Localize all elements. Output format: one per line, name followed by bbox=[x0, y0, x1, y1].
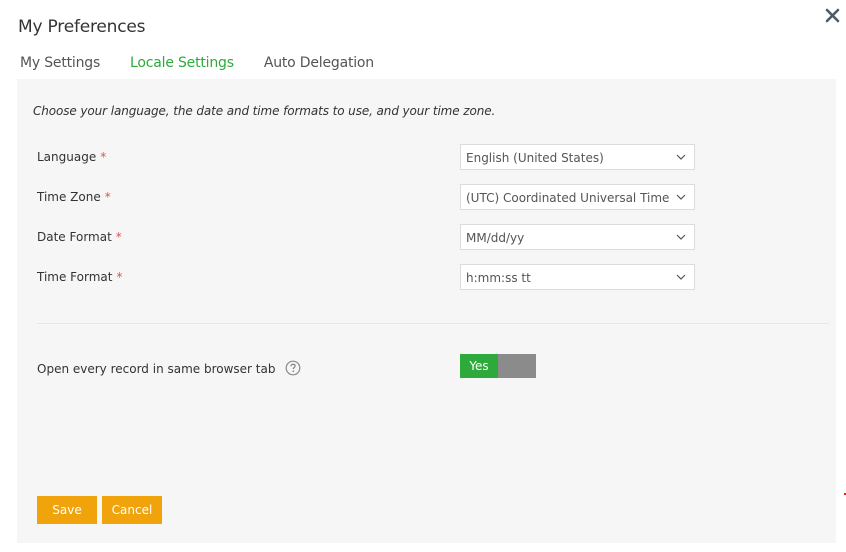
time-zone-label: Time Zone * bbox=[37, 190, 111, 204]
question-circle-icon[interactable] bbox=[285, 360, 301, 376]
toggle-yes-label: Yes bbox=[460, 354, 498, 378]
cancel-button[interactable]: Cancel bbox=[102, 496, 162, 524]
time-zone-row: Time Zone * (UTC) Coordinated Universal T… bbox=[37, 184, 717, 210]
tab-locale-settings[interactable]: Locale Settings bbox=[130, 55, 234, 71]
language-row: Language * English (United States) bbox=[37, 144, 717, 170]
tab-auto-delegation[interactable]: Auto Delegation bbox=[264, 55, 374, 71]
chevron-down-icon bbox=[676, 274, 686, 280]
time-format-row: Time Format * h:mm:ss tt bbox=[37, 264, 717, 290]
chevron-down-icon bbox=[676, 234, 686, 240]
required-marker: * bbox=[115, 230, 122, 244]
chevron-down-icon bbox=[676, 154, 686, 160]
dialog-title: My Preferences bbox=[18, 17, 146, 37]
open-same-tab-row: Open every record in same browser tab bbox=[37, 355, 717, 381]
close-icon bbox=[825, 8, 840, 23]
panel-description: Choose your language, the date and time … bbox=[33, 104, 496, 118]
chevron-down-icon bbox=[676, 194, 686, 200]
language-select[interactable]: English (United States) bbox=[460, 144, 695, 170]
toggle-off-segment bbox=[498, 354, 536, 378]
language-value: English (United States) bbox=[466, 151, 604, 165]
required-marker: * bbox=[104, 190, 111, 204]
date-format-label: Date Format * bbox=[37, 230, 122, 244]
time-zone-value: (UTC) Coordinated Universal Time bbox=[466, 191, 670, 205]
required-marker: * bbox=[100, 150, 107, 164]
date-format-row: Date Format * MM/dd/yy bbox=[37, 224, 717, 250]
date-format-select[interactable]: MM/dd/yy bbox=[460, 224, 695, 250]
locale-settings-panel: Choose your language, the date and time … bbox=[17, 79, 836, 543]
time-format-value: h:mm:ss tt bbox=[466, 271, 531, 285]
time-zone-select[interactable]: (UTC) Coordinated Universal Time bbox=[460, 184, 695, 210]
section-divider bbox=[37, 323, 829, 324]
tab-my-settings[interactable]: My Settings bbox=[20, 55, 100, 71]
save-button[interactable]: Save bbox=[37, 496, 97, 524]
language-label: Language * bbox=[37, 150, 107, 164]
time-format-select[interactable]: h:mm:ss tt bbox=[460, 264, 695, 290]
time-format-label: Time Format * bbox=[37, 270, 123, 284]
close-button[interactable] bbox=[823, 6, 843, 26]
open-same-tab-label: Open every record in same browser tab bbox=[37, 362, 276, 376]
open-same-tab-toggle[interactable]: Yes bbox=[460, 354, 536, 378]
required-marker: * bbox=[116, 270, 123, 284]
tab-bar: My Settings Locale Settings Auto Delegat… bbox=[20, 55, 404, 71]
date-format-value: MM/dd/yy bbox=[466, 231, 525, 245]
